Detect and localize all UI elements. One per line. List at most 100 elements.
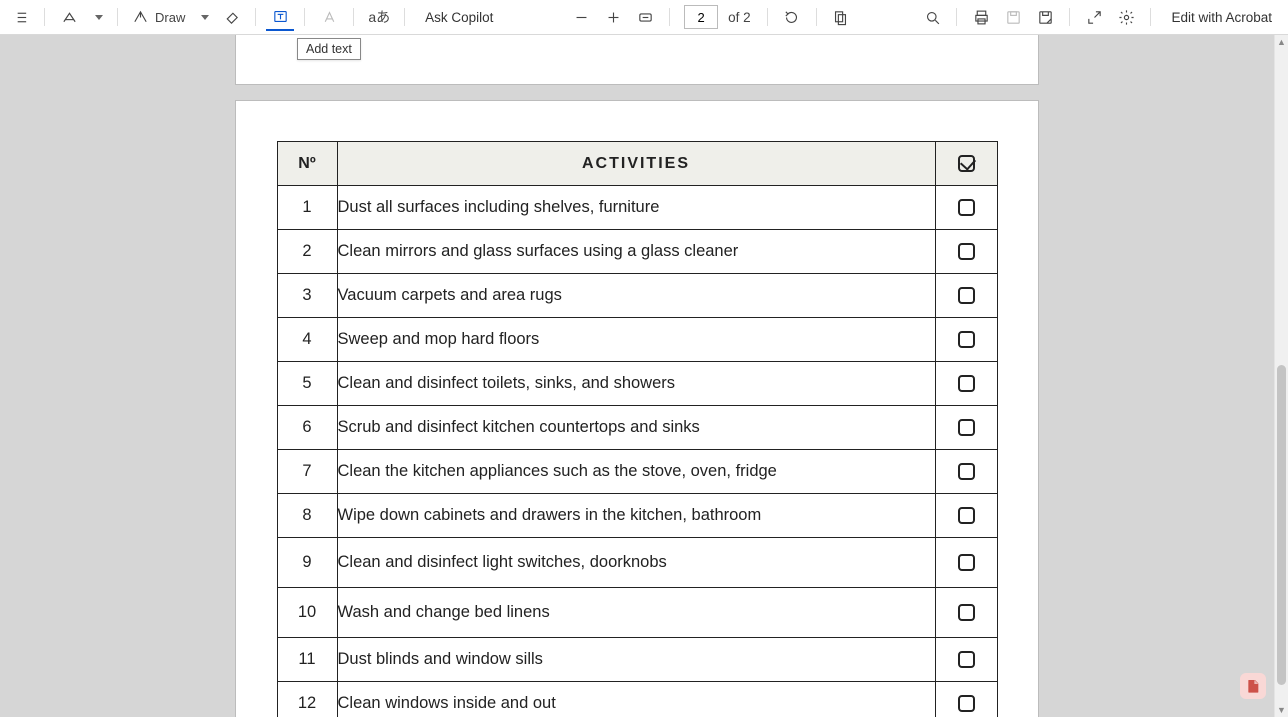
row-activity: Scrub and disinfect kitchen countertops … [337, 406, 935, 450]
separator [304, 8, 305, 26]
table-row: 1Dust all surfaces including shelves, fu… [277, 186, 997, 230]
save-as-icon [1037, 9, 1054, 26]
row-checkbox-cell [935, 274, 997, 318]
erase-icon [223, 9, 240, 26]
table-row: 6 Scrub and disinfect kitchen countertop… [277, 406, 997, 450]
checkbox-icon[interactable] [958, 419, 975, 436]
edit-with-acrobat-button[interactable]: Edit with Acrobat [1161, 3, 1282, 31]
add-text-tooltip: Add text [297, 38, 361, 60]
scroll-up-arrow[interactable]: ▲ [1275, 35, 1288, 49]
ask-copilot-label: Ask Copilot [425, 10, 493, 25]
page-view-button[interactable] [827, 3, 855, 31]
fullscreen-button[interactable] [1080, 3, 1108, 31]
checkbox-icon[interactable] [958, 463, 975, 480]
row-number: 11 [277, 638, 337, 682]
vertical-scrollbar[interactable]: ▲ ▼ [1274, 35, 1288, 717]
settings-button[interactable] [1112, 3, 1140, 31]
separator [1150, 8, 1151, 26]
erase-button[interactable] [217, 3, 245, 31]
row-checkbox-cell [935, 406, 997, 450]
separator [44, 8, 45, 26]
row-activity: Clean and disinfect light switches, door… [337, 538, 935, 588]
zoom-in-button[interactable] [599, 3, 627, 31]
row-activity: Vacuum carpets and area rugs [337, 274, 935, 318]
checkbox-icon[interactable] [958, 375, 975, 392]
add-text-button[interactable] [266, 3, 294, 31]
table-row: 7 Clean the kitchen appliances such as t… [277, 450, 997, 494]
page-gap [235, 85, 1039, 100]
checked-checkbox-icon [958, 155, 975, 172]
page-number-input[interactable] [684, 5, 718, 29]
draw-tool-button[interactable]: Draw [128, 3, 189, 31]
row-activity: Dust all surfaces including shelves, fur… [337, 186, 935, 230]
table-row: 11 Dust blinds and window sills [277, 638, 997, 682]
checkbox-icon[interactable] [958, 695, 975, 712]
save-icon [1005, 9, 1022, 26]
text-style-icon [321, 9, 338, 26]
checkbox-icon[interactable] [958, 199, 975, 216]
separator [1069, 8, 1070, 26]
translate-button[interactable]: aあ [364, 3, 394, 31]
toc-button[interactable] [6, 3, 34, 31]
row-number: 7 [277, 450, 337, 494]
rotate-button[interactable] [778, 3, 806, 31]
row-number: 6 [277, 406, 337, 450]
highlighter-button[interactable] [55, 3, 83, 31]
scroll-down-arrow[interactable]: ▼ [1275, 703, 1288, 717]
page-view-icon [832, 9, 849, 26]
acrobat-icon [1245, 678, 1261, 694]
header-activities: ACTIVITIES [337, 142, 935, 186]
separator [117, 8, 118, 26]
text-box-icon [272, 8, 289, 25]
chevron-down-icon [95, 15, 103, 20]
draw-dropdown[interactable] [193, 3, 213, 31]
pdf-page: Nº ACTIVITIES 1Dust all surfaces includi… [235, 100, 1039, 717]
table-row: 12 Clean windows inside and out [277, 682, 997, 717]
pen-icon [132, 9, 149, 26]
search-button[interactable] [918, 3, 946, 31]
row-number: 2 [277, 230, 337, 274]
checkbox-icon[interactable] [958, 554, 975, 571]
page-wrap: Nº ACTIVITIES 1Dust all surfaces includi… [235, 35, 1039, 717]
table-row: 3 Vacuum carpets and area rugs [277, 274, 997, 318]
row-checkbox-cell [935, 494, 997, 538]
row-number: 12 [277, 682, 337, 717]
header-no: Nº [277, 142, 337, 186]
toc-icon [12, 9, 29, 26]
scroll-area[interactable]: Nº ACTIVITIES 1Dust all surfaces includi… [0, 35, 1274, 717]
checkbox-icon[interactable] [958, 331, 975, 348]
document-viewport: Nº ACTIVITIES 1Dust all surfaces includi… [0, 35, 1288, 717]
table-row: 9 Clean and disinfect light switches, do… [277, 538, 997, 588]
row-number: 8 [277, 494, 337, 538]
row-number: 4 [277, 318, 337, 362]
checkbox-icon[interactable] [958, 651, 975, 668]
separator [255, 8, 256, 26]
ask-copilot-button[interactable]: Ask Copilot [415, 3, 503, 31]
edit-acrobat-label: Edit with Acrobat [1171, 10, 1272, 25]
checkbox-icon[interactable] [958, 507, 975, 524]
row-checkbox-cell [935, 318, 997, 362]
acrobat-badge[interactable] [1240, 673, 1266, 699]
table-row: 2Clean mirrors and glass surfaces using … [277, 230, 997, 274]
row-checkbox-cell [935, 362, 997, 406]
checkbox-icon[interactable] [958, 287, 975, 304]
checkbox-icon[interactable] [958, 604, 975, 621]
zoom-out-button[interactable] [567, 3, 595, 31]
scroll-thumb[interactable] [1277, 365, 1286, 685]
row-number: 5 [277, 362, 337, 406]
separator [353, 8, 354, 26]
fullscreen-icon [1086, 9, 1103, 26]
highlighter-dropdown[interactable] [87, 3, 107, 31]
fit-width-button[interactable] [631, 3, 659, 31]
save-as-button[interactable] [1031, 3, 1059, 31]
checkbox-icon[interactable] [958, 243, 975, 260]
row-checkbox-cell [935, 682, 997, 717]
table-header-row: Nº ACTIVITIES [277, 142, 997, 186]
table-row: 10 Wash and change bed linens [277, 588, 997, 638]
row-activity: Clean mirrors and glass surfaces using a… [337, 230, 935, 274]
activities-table: Nº ACTIVITIES 1Dust all surfaces includi… [277, 141, 998, 717]
search-icon [924, 9, 941, 26]
row-checkbox-cell [935, 450, 997, 494]
plus-icon [605, 9, 622, 26]
print-button[interactable] [967, 3, 995, 31]
